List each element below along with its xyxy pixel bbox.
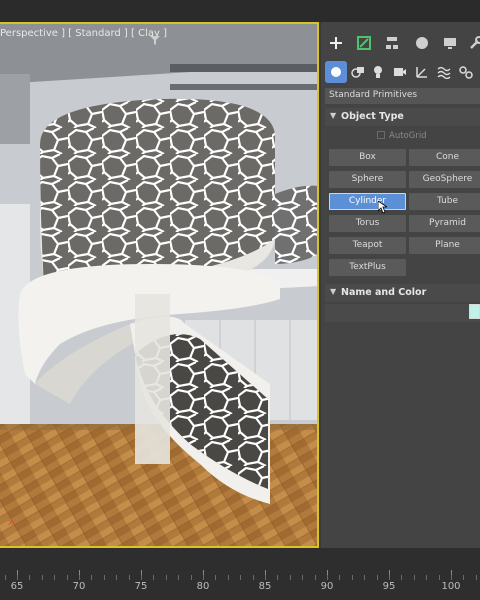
teapot-button[interactable]: Teapot (329, 237, 406, 254)
timeline-minor-tick (153, 575, 154, 580)
timeline-frame-label: 100 (441, 581, 461, 592)
object-color-swatch[interactable] (469, 304, 480, 319)
timeline-minor-tick (191, 575, 192, 580)
object-type-title: Object Type (341, 111, 404, 122)
timeline-minor-tick (302, 575, 303, 580)
checkbox-icon (377, 131, 385, 139)
timeline-minor-tick (42, 575, 43, 580)
timeline-minor-tick (414, 575, 415, 580)
timeline-minor-tick (476, 575, 477, 580)
timeline-minor-tick (463, 575, 464, 580)
timeline-minor-tick (215, 575, 216, 580)
plane-button[interactable]: Plane (409, 237, 480, 254)
timeline-minor-tick (141, 575, 142, 580)
timeline-minor-tick (91, 575, 92, 580)
timeline-minor-tick (104, 575, 105, 580)
command-panel-tabs (321, 30, 480, 56)
timeline-minor-tick (129, 575, 130, 580)
timeline-ruler[interactable]: 65 70 75 80 85 90 95 100 (0, 548, 480, 600)
mouse-cursor-icon (377, 199, 389, 218)
command-panel: Standard Primitives ▼ Object Type AutoGr… (321, 22, 480, 548)
timeline-minor-tick (54, 575, 55, 580)
display-icon[interactable] (439, 32, 461, 54)
timeline-minor-tick (290, 575, 291, 580)
timeline-minor-tick (166, 575, 167, 580)
viewport-render (0, 24, 317, 546)
timeline-frame-label: 90 (320, 581, 334, 592)
torus-button[interactable]: Torus (329, 215, 406, 232)
timeline-minor-tick (203, 575, 204, 580)
timeline-minor-tick (79, 575, 80, 580)
geometry-icon[interactable] (325, 61, 347, 83)
timeline-minor-tick (277, 575, 278, 580)
timeline-minor-tick (339, 575, 340, 580)
geosphere-button[interactable]: GeoSphere (409, 171, 480, 188)
cylinder-button[interactable]: Cylinder (329, 193, 406, 210)
timeline-minor-tick (426, 575, 427, 580)
object-name-field[interactable] (325, 304, 480, 322)
category-dropdown[interactable]: Standard Primitives (325, 88, 480, 104)
collapse-triangle-icon: ▼ (330, 111, 337, 120)
create-subcategory-tabs (321, 58, 480, 86)
utilities-icon[interactable] (465, 32, 480, 54)
textplus-button[interactable]: TextPlus (329, 259, 406, 276)
timeline-minor-tick (265, 575, 266, 580)
create-icon[interactable] (325, 32, 347, 54)
timeline-minor-tick (451, 575, 452, 580)
timeline-minor-tick (17, 575, 18, 580)
timeline-minor-tick (327, 575, 328, 580)
timeline-frame-label: 80 (196, 581, 210, 592)
timeline-minor-tick (116, 575, 117, 580)
timeline-minor-tick (364, 575, 365, 580)
name-and-color-rollout-header[interactable]: ▼ Name and Color (325, 284, 480, 302)
timeline-minor-tick (401, 575, 402, 580)
sphere-button[interactable]: Sphere (329, 171, 406, 188)
timeline-frame-label: 70 (72, 581, 86, 592)
autogrid-label: AutoGrid (389, 131, 427, 141)
filter-icon[interactable] (150, 30, 160, 49)
autogrid-checkbox[interactable]: AutoGrid (377, 131, 427, 141)
shapes-icon[interactable] (347, 61, 369, 83)
viewport-label[interactable]: Perspective ] [ Standard ] [ Clay ] (0, 28, 167, 39)
object-type-rollout-header[interactable]: ▼ Object Type (325, 108, 480, 126)
timeline-minor-tick (315, 575, 316, 580)
timeline-frame-label: 75 (134, 581, 148, 592)
timeline-minor-tick (377, 575, 378, 580)
timeline-minor-tick (389, 575, 390, 580)
timeline-frame-label: 85 (258, 581, 272, 592)
perspective-viewport[interactable]: Perspective ] [ Standard ] [ Clay ] x (0, 22, 319, 548)
timeline-minor-tick (29, 575, 30, 580)
timeline-minor-tick (228, 575, 229, 580)
systems-icon[interactable] (455, 61, 477, 83)
lights-icon[interactable] (367, 61, 389, 83)
collapse-triangle-icon: ▼ (330, 287, 337, 296)
box-button[interactable]: Box (329, 149, 406, 166)
app-window: Perspective ] [ Standard ] [ Clay ] x St… (0, 0, 480, 600)
top-toolbar-strip (0, 0, 480, 22)
timeline-frame-label: 95 (382, 581, 396, 592)
motion-icon[interactable] (411, 32, 433, 54)
timeline-frame-label: 65 (10, 581, 24, 592)
helpers-icon[interactable] (411, 61, 433, 83)
timeline-minor-tick (240, 575, 241, 580)
axis-x-label: x (8, 518, 14, 528)
cone-button[interactable]: Cone (409, 149, 480, 166)
timeline-minor-tick (352, 575, 353, 580)
modify-icon[interactable] (353, 32, 375, 54)
timeline-minor-tick (253, 575, 254, 580)
pyramid-button[interactable]: Pyramid (409, 215, 480, 232)
spacewarps-icon[interactable] (433, 61, 455, 83)
timeline-minor-tick (67, 575, 68, 580)
timeline-minor-tick (178, 575, 179, 580)
tube-button[interactable]: Tube (409, 193, 480, 210)
timeline-minor-tick (439, 575, 440, 580)
cameras-icon[interactable] (389, 61, 411, 83)
hierarchy-icon[interactable] (381, 32, 403, 54)
timeline-minor-tick (5, 575, 6, 580)
name-and-color-title: Name and Color (341, 287, 427, 298)
